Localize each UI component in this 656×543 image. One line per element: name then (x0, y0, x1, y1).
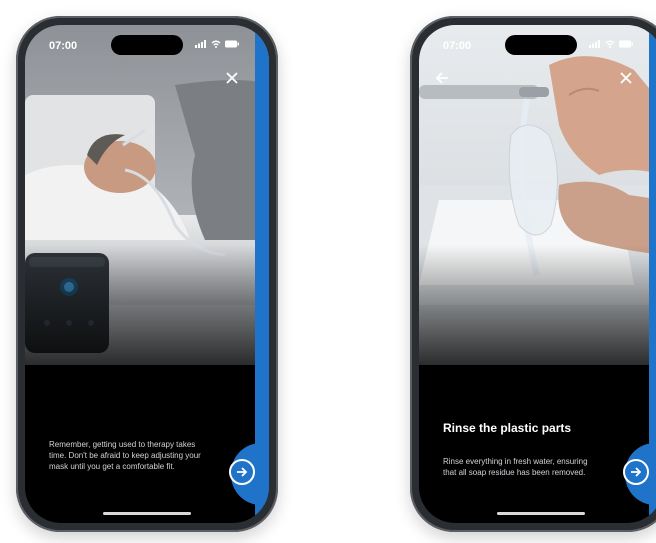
step-title: Rinse the plastic parts (443, 421, 572, 435)
next-button[interactable] (623, 459, 649, 485)
status-icons (589, 40, 633, 48)
close-icon[interactable] (223, 69, 241, 87)
wifi-icon (605, 40, 615, 48)
screen-right: 07:00 Rinse the plastic parts Rinse ever… (419, 25, 656, 523)
dynamic-island (505, 35, 577, 55)
signal-icon (195, 40, 206, 48)
screen-left: 07:00 Remember, getting used to therapy … (25, 25, 269, 523)
phone-frame-right: 07:00 Rinse the plastic parts Rinse ever… (410, 16, 656, 532)
arrow-right-circle-icon (631, 467, 642, 477)
instruction-text: Rinse everything in fresh water, ensurin… (443, 457, 588, 477)
photo-fade (25, 245, 269, 405)
status-time: 07:00 (443, 40, 472, 52)
next-button[interactable] (229, 459, 255, 485)
instruction-text: Remember, getting used to therapy takes … (49, 440, 201, 471)
battery-icon (225, 40, 239, 48)
status-time: 07:00 (49, 40, 78, 52)
wifi-icon (211, 40, 221, 48)
battery-icon (619, 40, 633, 48)
status-bar: 07:00 (25, 25, 269, 59)
home-indicator[interactable] (103, 512, 191, 515)
arrow-right-circle-icon (237, 467, 248, 477)
arrow-left-icon (435, 72, 448, 84)
home-indicator[interactable] (497, 512, 585, 515)
status-icons (195, 40, 239, 48)
status-bar: 07:00 (419, 25, 656, 59)
back-button[interactable] (433, 69, 451, 87)
photo-fade (419, 245, 656, 405)
phone-frame-left: 07:00 Remember, getting used to therapy … (16, 16, 278, 532)
close-icon[interactable] (617, 69, 635, 87)
dynamic-island (111, 35, 183, 55)
signal-icon (589, 40, 600, 48)
